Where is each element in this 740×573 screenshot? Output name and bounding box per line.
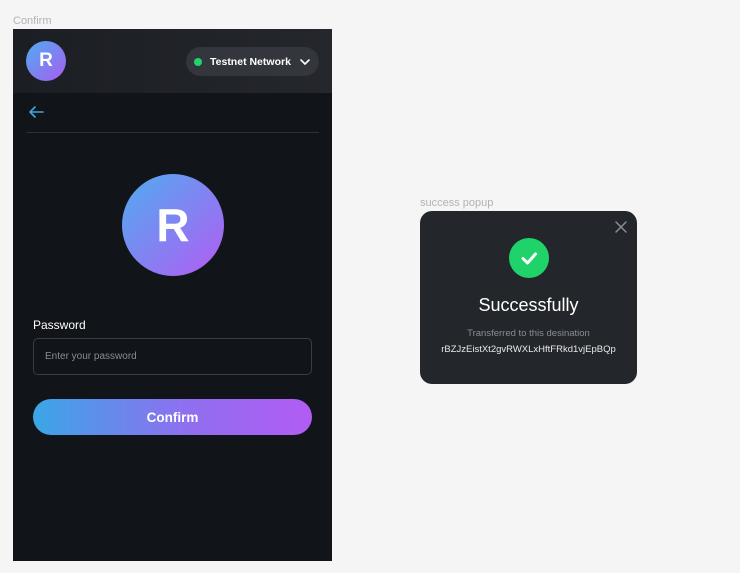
popup-subtitle: Transferred to this desination [467, 328, 590, 339]
top-bar: R Testnet Network [13, 29, 332, 93]
network-selector[interactable]: Testnet Network [186, 47, 319, 76]
password-label: Password [33, 318, 86, 332]
arrow-left-icon[interactable] [27, 104, 45, 120]
close-icon[interactable] [614, 220, 628, 234]
confirm-screen: R Testnet Network R Password Confirm [13, 29, 332, 561]
avatar-letter: R [39, 50, 53, 71]
confirm-button[interactable]: Confirm [33, 399, 312, 435]
network-label: Testnet Network [210, 55, 291, 68]
destination-address: rBZJzEistXt2gvRWXLxHftFRkd1vjEpBQp [441, 344, 616, 355]
popup-title: Successfully [478, 295, 579, 315]
success-badge [509, 238, 549, 278]
success-popup: Successfully Transferred to this desinat… [420, 211, 637, 384]
account-avatar-letter: R [156, 199, 190, 251]
avatar[interactable]: R [26, 41, 66, 81]
check-icon [521, 252, 537, 265]
password-input[interactable] [33, 338, 312, 375]
account-avatar: R [122, 174, 224, 276]
network-status-dot [194, 57, 202, 66]
divider [26, 132, 319, 133]
frame-label-confirm: Confirm [13, 15, 52, 27]
chevron-down-icon [300, 58, 310, 65]
frame-label-success-popup: success popup [420, 197, 494, 209]
